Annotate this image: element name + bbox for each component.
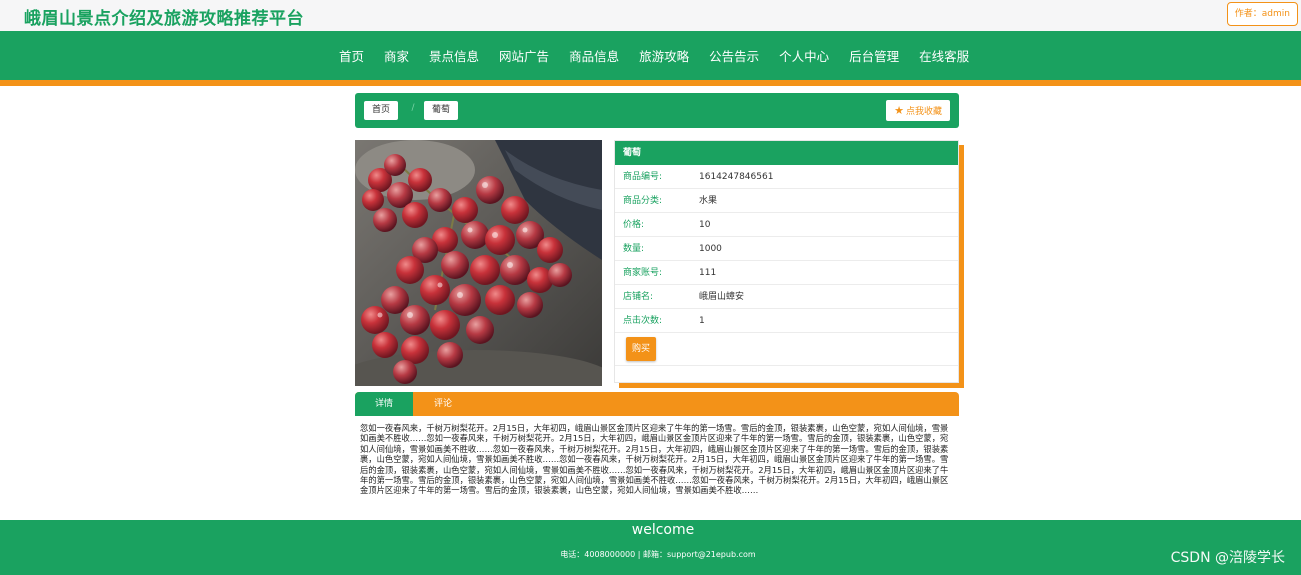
tab-comments[interactable]: 评论	[433, 392, 453, 416]
tab-details[interactable]: 详情	[355, 392, 413, 416]
info-value: 111	[699, 268, 717, 278]
product-image	[355, 140, 602, 386]
nav-items: 首页 商家 景点信息 网站广告 商品信息 旅游攻略 公告告示 个人中心 后台管理…	[339, 31, 989, 80]
nav-item-notices[interactable]: 公告告示	[709, 46, 759, 65]
info-label: 商品编号:	[623, 172, 663, 182]
product-description: 忽如一夜春风来，千树万树梨花开。2月15日，大年初四，峨眉山景区金顶片区迎来了牛…	[360, 423, 949, 496]
footer-welcome: welcome	[631, 522, 695, 538]
info-row-clicks: 点击次数: 1	[615, 309, 958, 333]
info-label: 商家账号:	[623, 268, 663, 278]
nav-item-admin[interactable]: 后台管理	[849, 46, 899, 65]
nav-item-ads[interactable]: 网站广告	[499, 46, 549, 65]
top-bar: 峨眉山景点介绍及旅游攻略推荐平台 作者：admin	[0, 0, 1301, 31]
buy-row: 购买	[615, 333, 958, 366]
nav-accent-strip	[0, 80, 1301, 86]
info-label: 价格:	[623, 220, 645, 230]
footer: welcome 电话：4008000000 | 邮箱：support@21epu…	[0, 520, 1301, 575]
nav-item-profile[interactable]: 个人中心	[779, 46, 829, 65]
info-row-category: 商品分类: 水果	[615, 189, 958, 213]
footer-contact: 电话：4008000000 | 邮箱：support@21epub.com	[560, 550, 756, 559]
buy-button[interactable]: 购买	[626, 337, 656, 361]
info-label: 店铺名:	[623, 292, 654, 302]
info-value: 10	[699, 220, 711, 230]
info-row-quantity: 数量: 1000	[615, 237, 958, 261]
info-value: 峨眉山蟑安	[699, 292, 745, 302]
info-row-shop: 店铺名: 峨眉山蟑安	[615, 285, 958, 309]
favorite-label: 点我收藏	[905, 107, 942, 117]
info-label: 商品分类:	[623, 196, 663, 206]
favorite-button[interactable]: ★ 点我收藏	[886, 100, 950, 121]
info-label: 数量:	[623, 244, 645, 254]
product-name: 葡萄	[615, 141, 958, 165]
info-row-id: 商品编号: 1614247846561	[615, 165, 958, 189]
author-badge[interactable]: 作者：admin	[1226, 2, 1298, 26]
info-value: 水果	[699, 196, 718, 206]
site-title: 峨眉山景点介绍及旅游攻略推荐平台	[24, 9, 304, 29]
breadcrumb-home[interactable]: 首页	[364, 101, 399, 120]
info-row-merchant: 商家账号: 111	[615, 261, 958, 285]
product-info-panel: 葡萄 商品编号: 1614247846561 商品分类: 水果 价格: 10 数…	[614, 140, 959, 383]
csdn-watermark: CSDN @涪陵学长	[1170, 550, 1285, 566]
detail-tabs: 详情 评论	[355, 392, 959, 416]
nav-item-attractions[interactable]: 景点信息	[429, 46, 479, 65]
nav-item-products[interactable]: 商品信息	[569, 46, 619, 65]
info-value: 1614247846561	[699, 172, 774, 182]
nav-item-guides[interactable]: 旅游攻略	[639, 46, 689, 65]
breadcrumb: 首页 / 葡萄 ★ 点我收藏	[355, 93, 959, 128]
nav-item-merchants[interactable]: 商家	[384, 46, 409, 65]
info-label: 点击次数:	[623, 316, 663, 326]
nav-item-support[interactable]: 在线客服	[919, 46, 969, 65]
star-icon: ★	[894, 104, 904, 117]
info-value: 1000	[699, 244, 722, 254]
nav-item-home[interactable]: 首页	[339, 46, 364, 65]
info-value: 1	[699, 316, 705, 326]
breadcrumb-current[interactable]: 葡萄	[424, 101, 459, 120]
grapes-photo-icon	[355, 140, 602, 386]
breadcrumb-separator: /	[411, 103, 415, 113]
main-nav: 首页 商家 景点信息 网站广告 商品信息 旅游攻略 公告告示 个人中心 后台管理…	[0, 31, 1301, 80]
info-row-price: 价格: 10	[615, 213, 958, 237]
